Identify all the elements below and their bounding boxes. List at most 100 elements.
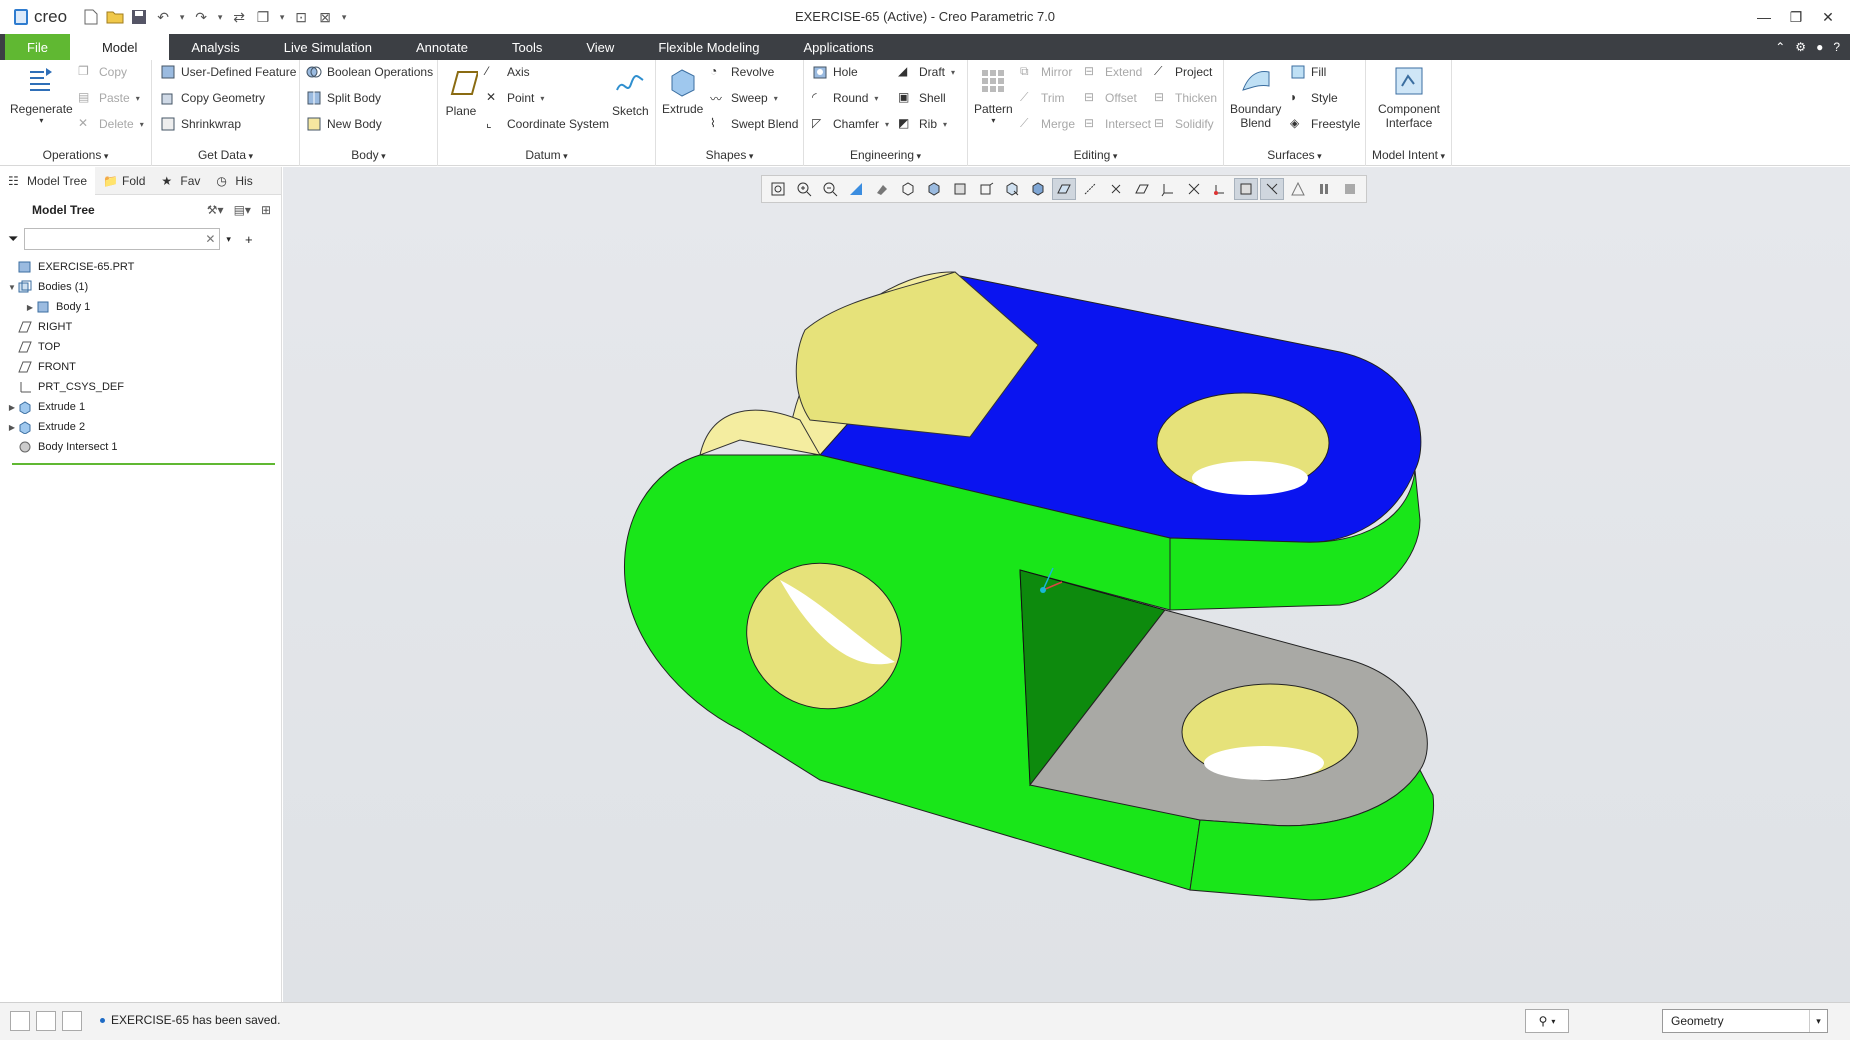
tree-search-input[interactable]: ✕ [24, 228, 221, 250]
tree-item[interactable]: TOP [0, 337, 281, 357]
datum-group-label[interactable]: Datum [438, 148, 655, 162]
draft-button[interactable]: ◢ Draft ▾ [898, 62, 955, 82]
undo-icon[interactable]: ↶ [153, 7, 173, 27]
copy-button[interactable]: ❐ Copy [78, 62, 127, 82]
filter-funnel-icon[interactable]: ⏷ [8, 231, 18, 247]
tree-item[interactable]: FRONT [0, 357, 281, 377]
tab-annotate[interactable]: Annotate [394, 34, 490, 60]
shapes-group-label[interactable]: Shapes [656, 148, 803, 162]
engineering-group-label[interactable]: Engineering [804, 148, 967, 162]
pattern-button[interactable]: Pattern ▾ [974, 64, 1013, 125]
model-viewport[interactable] [283, 167, 1850, 1002]
tree-item[interactable]: ▶ Extrude 1 [0, 397, 281, 417]
freestyle-button[interactable]: ◈ Freestyle [1290, 114, 1360, 134]
point-dropdown-icon[interactable]: ▾ [540, 94, 544, 103]
copy-geometry-button[interactable]: Copy Geometry [160, 88, 265, 108]
close-icon[interactable]: ⊠ [315, 7, 335, 27]
add-column-icon[interactable]: + [245, 232, 253, 247]
hole-button[interactable]: Hole [812, 62, 858, 82]
paste-button[interactable]: ▤ Paste ▾ [78, 88, 140, 108]
round-button[interactable]: ◜ Round ▾ [812, 88, 878, 108]
regenerate-button[interactable]: Regenerate ▾ [10, 64, 73, 125]
tree-item[interactable]: RIGHT [0, 317, 281, 337]
split-body-button[interactable]: Split Body [306, 88, 381, 108]
project-button[interactable]: ⟋ Project [1154, 62, 1212, 82]
tab-history[interactable]: ◷ His [208, 167, 260, 195]
full-screen-icon[interactable] [62, 1011, 82, 1031]
delete-dropdown-icon[interactable]: ▾ [140, 120, 144, 129]
trim-button[interactable]: ⟋ Trim [1020, 88, 1065, 108]
tab-favorites[interactable]: ★ Fav [153, 167, 208, 195]
body-group-label[interactable]: Body [300, 148, 437, 162]
regenerate-dropdown-icon[interactable]: ▾ [39, 116, 43, 125]
tab-applications[interactable]: Applications [781, 34, 895, 60]
operations-group-label[interactable]: Operations [0, 148, 151, 162]
customize-toolbar-icon[interactable]: ▾ [339, 7, 349, 27]
udf-button[interactable]: User-Defined Feature [160, 62, 296, 82]
plane-button[interactable]: Plane [444, 66, 478, 118]
minimize-icon[interactable]: — [1750, 6, 1778, 28]
solidify-button[interactable]: ⊟ Solidify [1154, 114, 1214, 134]
undo-dropdown-icon[interactable]: ▾ [177, 7, 187, 27]
thicken-button[interactable]: ⊟ Thicken [1154, 88, 1217, 108]
tab-view[interactable]: View [564, 34, 636, 60]
component-interface-button[interactable]: Component Interface [1374, 64, 1444, 130]
coordinate-system-button[interactable]: ⌞ Coordinate System [486, 114, 609, 134]
expand-icon[interactable]: ▶ [6, 423, 18, 432]
windows-icon[interactable]: ❐ [253, 7, 273, 27]
tree-insert-indicator[interactable] [12, 463, 275, 465]
tree-show-icon[interactable]: ▤▾ [234, 203, 251, 217]
expand-icon[interactable]: ▶ [6, 403, 18, 412]
tab-model[interactable]: Model [69, 34, 170, 60]
axis-button[interactable]: ⁄ Axis [486, 62, 530, 82]
tree-item[interactable]: Body Intersect 1 [0, 437, 281, 457]
round-dropdown-icon[interactable]: ▾ [874, 94, 878, 103]
tab-tools[interactable]: Tools [490, 34, 564, 60]
surfaces-group-label[interactable]: Surfaces [1224, 148, 1365, 162]
collapse-ribbon-icon[interactable]: ⌃ [1775, 40, 1785, 54]
paste-dropdown-icon[interactable]: ▾ [136, 94, 140, 103]
merge-button[interactable]: ⟋ Merge [1020, 114, 1075, 134]
tab-live-simulation[interactable]: Live Simulation [262, 34, 394, 60]
new-body-button[interactable]: New Body [306, 114, 382, 134]
tab-folder-browser[interactable]: 📁 Fold [95, 167, 153, 195]
fill-button[interactable]: Fill [1290, 62, 1326, 82]
sweep-button[interactable]: 〰 Sweep ▾ [710, 88, 778, 108]
mirror-button[interactable]: ⧉ Mirror [1020, 62, 1072, 82]
offset-button[interactable]: ⊟ Offset [1084, 88, 1137, 108]
new-file-icon[interactable] [81, 7, 101, 27]
redo-dropdown-icon[interactable]: ▾ [215, 7, 225, 27]
windows-dropdown-icon[interactable]: ▾ [277, 7, 287, 27]
maximize-icon[interactable]: ❐ [1782, 6, 1810, 28]
selection-filter-dropdown-icon[interactable]: ▾ [1809, 1010, 1827, 1032]
style-button[interactable]: ◗ Style [1290, 88, 1338, 108]
tree-item[interactable]: ▶ Body 1 [0, 297, 281, 317]
rib-button[interactable]: ◩ Rib ▾ [898, 114, 947, 134]
tab-analysis[interactable]: Analysis [169, 34, 261, 60]
tab-model-tree[interactable]: ☷ Model Tree [0, 166, 96, 195]
tree-item[interactable]: PRT_CSYS_DEF [0, 377, 281, 397]
tree-filter-icon[interactable]: ⊞ [261, 203, 271, 217]
tab-file[interactable]: File [5, 34, 70, 60]
help-icon[interactable]: ? [1833, 40, 1840, 54]
open-folder-icon[interactable] [105, 7, 125, 27]
draft-dropdown-icon[interactable]: ▾ [951, 68, 955, 77]
close-window-button[interactable]: ✕ [1814, 6, 1842, 28]
chamfer-button[interactable]: ◸ Chamfer ▾ [812, 114, 889, 134]
rib-dropdown-icon[interactable]: ▾ [943, 120, 947, 129]
model-intent-group-label[interactable]: Model Intent [1366, 148, 1451, 162]
shrinkwrap-button[interactable]: Shrinkwrap [160, 114, 241, 134]
search-dropdown-icon[interactable]: ▾ [226, 234, 231, 245]
chamfer-dropdown-icon[interactable]: ▾ [885, 120, 889, 129]
settings-icon[interactable]: ⚙ [1795, 40, 1806, 54]
swept-blend-button[interactable]: ⌇ Swept Blend [710, 114, 798, 134]
extrude-button[interactable]: Extrude [662, 64, 703, 116]
find-button[interactable]: ⚲ ▾ [1525, 1009, 1569, 1033]
boolean-operations-button[interactable]: Boolean Operations [306, 62, 433, 82]
selection-filter-select[interactable]: Geometry ▾ [1662, 1009, 1828, 1033]
toggle-navigator-icon[interactable] [10, 1011, 30, 1031]
editing-group-label[interactable]: Editing [968, 148, 1223, 162]
tree-item[interactable]: ▶ Extrude 2 [0, 417, 281, 437]
delete-button[interactable]: ✕ Delete ▾ [78, 114, 144, 134]
regenerate-icon[interactable]: ⇄ [229, 7, 249, 27]
